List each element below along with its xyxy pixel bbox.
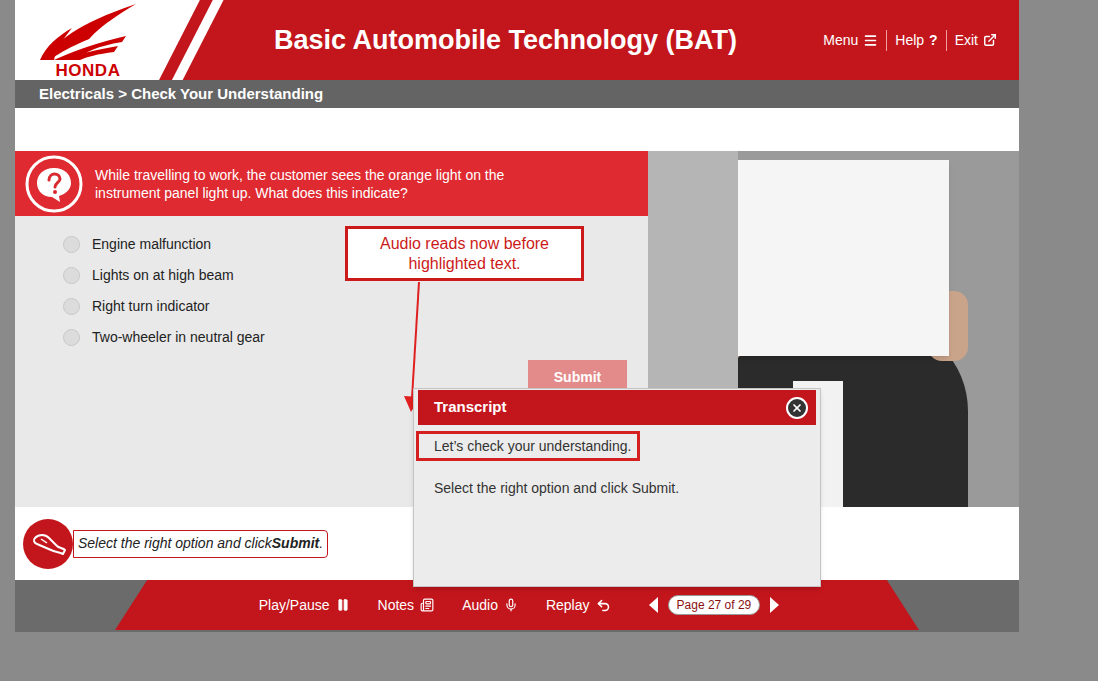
spacer-strip: [15, 108, 1019, 151]
course-title: Basic Automobile Technology (BAT): [274, 20, 737, 61]
top-nav: MenuHelp?Exit: [815, 30, 1019, 51]
nav-item[interactable]: Exit: [946, 30, 1005, 51]
radio-button[interactable]: [63, 267, 80, 284]
instruction-box: Select the right option and click Submit…: [73, 530, 328, 558]
breadcrumb: Electricals > Check Your Understanding: [15, 80, 1019, 108]
transcript-popup: TranscriptLet’s check your understanding…: [413, 388, 821, 587]
control-bar: Play/Pause Notes Audio Replay Page 27 of 29: [115, 580, 919, 630]
nav-item[interactable]: Menu: [815, 30, 886, 51]
control-button[interactable]: Replay: [542, 595, 615, 616]
nav-item[interactable]: Help?: [886, 30, 945, 51]
control-button[interactable]: Play/Pause: [255, 595, 354, 616]
control-button[interactable]: Notes: [374, 595, 439, 616]
replay-icon: [596, 598, 611, 613]
screen: HONDA Basic Automobile Technology (BAT) Me…: [0, 0, 1098, 681]
notes-icon: [420, 598, 434, 612]
option-row[interactable]: Right turn indicator: [63, 291, 648, 322]
next-arrow-icon[interactable]: [770, 597, 779, 613]
close-button[interactable]: [786, 397, 808, 419]
transcript-line: Let’s check your understanding.: [416, 431, 640, 461]
exit-icon: [983, 33, 997, 47]
prev-arrow-icon[interactable]: [649, 597, 658, 613]
transcript-line: Select the right option and click Submit…: [416, 473, 697, 503]
close-icon: [791, 402, 803, 414]
logo: HONDA: [15, 0, 230, 80]
question-text: While travelling to work, the customer s…: [95, 166, 535, 202]
pause-icon: [336, 598, 350, 612]
header: HONDA Basic Automobile Technology (BAT) Me…: [15, 0, 1019, 80]
mouse-pointer-icon: [23, 519, 73, 569]
transcript-header: Transcript: [418, 390, 816, 425]
question-icon: [24, 154, 84, 214]
question-bar: While travelling to work, the customer s…: [15, 151, 648, 216]
option-row[interactable]: Two-wheeler in neutral gear: [63, 322, 648, 353]
radio-button[interactable]: [63, 236, 80, 253]
annotation-box: Audio reads now before highlighted text.: [345, 226, 584, 281]
footer: Play/Pause Notes Audio Replay Page 27 of 29: [15, 580, 1019, 632]
radio-button[interactable]: [63, 329, 80, 346]
mic-icon: [504, 598, 518, 612]
transcript-body: Let’s check your understanding. Select th…: [414, 425, 820, 503]
control-button[interactable]: Audio: [458, 595, 522, 616]
page-indicator: Page 27 of 29: [668, 595, 761, 615]
honda-wing-icon: [36, 2, 140, 62]
menu-icon: [863, 33, 878, 48]
logo-text: HONDA: [56, 62, 121, 79]
radio-button[interactable]: [63, 298, 80, 315]
help-icon: ?: [929, 30, 938, 51]
